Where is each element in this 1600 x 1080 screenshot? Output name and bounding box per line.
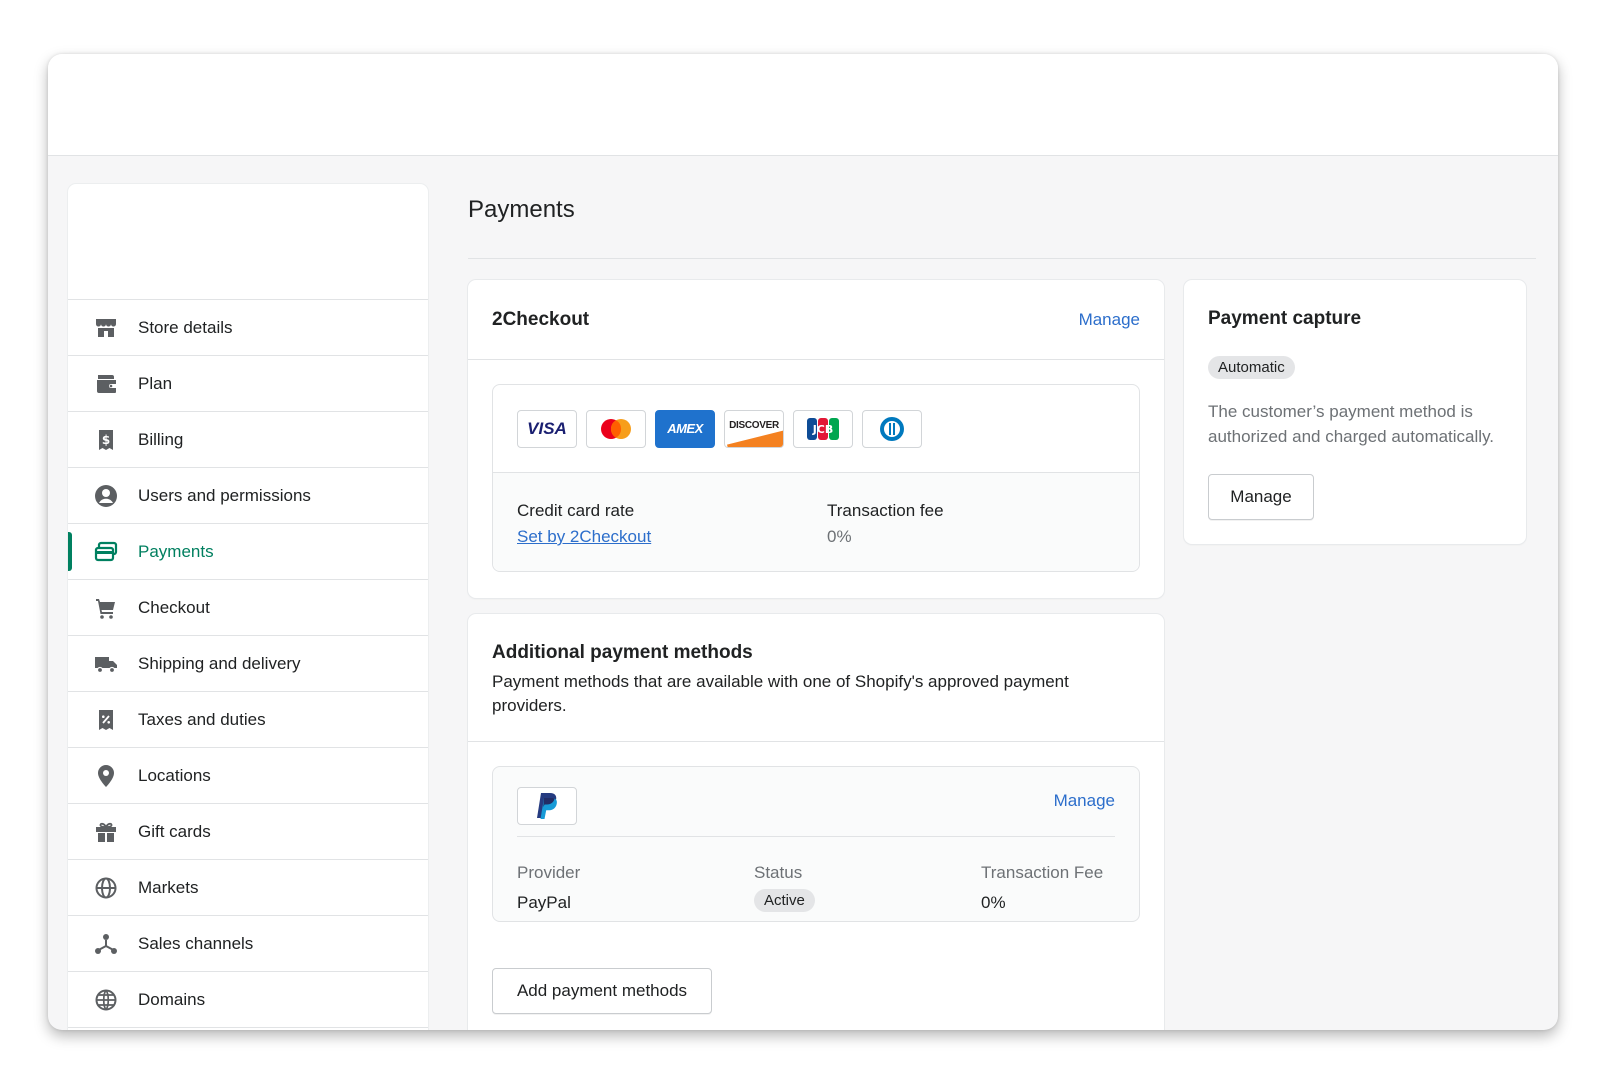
svg-text:$: $ <box>102 433 110 447</box>
paypal-status: Status Active <box>754 863 815 912</box>
additional-title: Additional payment methods <box>492 642 753 663</box>
paypal-transaction-fee: Transaction Fee 0% <box>981 863 1103 913</box>
credit-card-rate: Credit card rate Set by 2Checkout <box>517 501 651 547</box>
sidebar-item-label: Markets <box>138 877 199 897</box>
title-divider <box>468 258 1536 259</box>
sidebar-item-sales-channels[interactable]: Sales channels <box>68 916 428 972</box>
fee-value: 0% <box>981 893 1006 912</box>
sidebar-item-domains[interactable]: Domains <box>68 972 428 1028</box>
diners-club-logo <box>862 409 922 448</box>
provider-value: PayPal <box>517 893 571 912</box>
provider-card: 2Checkout Manage VISA AMEX DISCOVER JCB … <box>468 280 1164 598</box>
paypal-provider: Provider PayPal <box>517 863 580 913</box>
sidebar-item-store-details[interactable]: Store details <box>68 300 428 356</box>
mastercard-logo <box>586 409 646 448</box>
top-bar <box>48 54 1558 156</box>
sidebar-item-plan[interactable]: Plan <box>68 356 428 412</box>
sidebar-item-label: Gift cards <box>138 821 211 841</box>
location-pin-icon <box>94 764 118 788</box>
additional-header: Additional payment methods Payment metho… <box>468 614 1164 742</box>
amex-logo: AMEX <box>655 409 715 448</box>
additional-description: Payment methods that are available with … <box>492 672 1069 715</box>
truck-icon <box>94 652 118 676</box>
markets-globe-icon <box>94 876 118 900</box>
sidebar-item-gift-cards[interactable]: Gift cards <box>68 804 428 860</box>
payment-capture-card: Payment capture Automatic The customer’s… <box>1184 280 1526 544</box>
provider-label: Provider <box>517 863 581 882</box>
sidebar-item-billing[interactable]: $ Billing <box>68 412 428 468</box>
billing-icon: $ <box>94 428 118 452</box>
cart-icon <box>94 596 118 620</box>
add-payment-methods-button[interactable]: Add payment methods <box>492 968 712 1014</box>
capture-title: Payment capture <box>1208 308 1362 329</box>
sidebar-item-label: Checkout <box>138 597 210 617</box>
paypal-method-box: Manage Provider PayPal Status Active Tra… <box>492 766 1140 922</box>
jcb-logo: JCB <box>793 409 853 448</box>
transaction-fee: Transaction fee 0% <box>827 501 944 547</box>
sidebar-header <box>68 184 428 300</box>
visa-logo: VISA <box>517 409 577 448</box>
page-title: Payments <box>468 196 575 223</box>
provider-rates: Credit card rate Set by 2Checkout Transa… <box>493 473 1139 571</box>
sidebar-item-label: Taxes and duties <box>138 709 266 729</box>
store-icon <box>94 316 118 340</box>
settings-sidebar: Store details Plan $ Billing Users and p… <box>68 184 428 1030</box>
sidebar-item-label: Users and permissions <box>138 485 311 505</box>
sidebar-item-label: Payments <box>138 541 214 561</box>
domains-globe-icon <box>94 988 118 1012</box>
sidebar-item-locations[interactable]: Locations <box>68 748 428 804</box>
sidebar-item-label: Sales channels <box>138 933 254 953</box>
capture-badge: Automatic <box>1208 356 1295 379</box>
sales-channels-icon <box>94 932 118 956</box>
provider-details-box: VISA AMEX DISCOVER JCB Credit card rate … <box>492 384 1140 572</box>
sidebar-item-users[interactable]: Users and permissions <box>68 468 428 524</box>
user-icon <box>94 484 118 508</box>
tax-icon <box>94 708 118 732</box>
credit-card-rate-link[interactable]: Set by 2Checkout <box>517 527 651 547</box>
additional-payment-methods-card: Additional payment methods Payment metho… <box>468 614 1164 1030</box>
credit-card-rate-label: Credit card rate <box>517 501 635 520</box>
gift-icon <box>94 820 118 844</box>
sidebar-item-markets[interactable]: Markets <box>68 860 428 916</box>
transaction-fee-value: 0% <box>827 527 852 546</box>
sidebar-item-shipping[interactable]: Shipping and delivery <box>68 636 428 692</box>
sidebar-item-label: Store details <box>138 317 233 337</box>
sidebar-item-label: Billing <box>138 429 184 449</box>
provider-card-header: 2Checkout Manage <box>468 280 1164 360</box>
status-badge: Active <box>754 889 815 912</box>
fee-label: Transaction Fee <box>981 863 1104 882</box>
sidebar-item-checkout[interactable]: Checkout <box>68 580 428 636</box>
provider-title: 2Checkout <box>492 308 590 330</box>
capture-description: The customer’s payment method is authori… <box>1208 402 1495 446</box>
plan-icon <box>94 372 118 396</box>
paypal-header: Manage <box>517 787 1115 837</box>
paypal-manage-link[interactable]: Manage <box>1054 791 1115 811</box>
paypal-logo <box>517 787 577 825</box>
discover-logo: DISCOVER <box>724 409 784 448</box>
status-label: Status <box>754 863 803 882</box>
app-window: Store details Plan $ Billing Users and p… <box>48 54 1558 1030</box>
transaction-fee-label: Transaction fee <box>827 501 944 520</box>
sidebar-item-label: Locations <box>138 765 211 785</box>
payments-icon <box>94 540 118 564</box>
sidebar-item-taxes[interactable]: Taxes and duties <box>68 692 428 748</box>
sidebar-item-label: Plan <box>138 373 173 393</box>
sidebar-item-label: Shipping and delivery <box>138 653 301 673</box>
provider-manage-link[interactable]: Manage <box>1079 310 1140 330</box>
sidebar-item-payments[interactable]: Payments <box>68 524 428 580</box>
capture-manage-button[interactable]: Manage <box>1208 474 1314 520</box>
jcb-logo-text: JCB <box>812 423 834 436</box>
sidebar-item-label: Domains <box>138 989 206 1009</box>
card-brand-logos: VISA AMEX DISCOVER JCB <box>493 385 1139 473</box>
